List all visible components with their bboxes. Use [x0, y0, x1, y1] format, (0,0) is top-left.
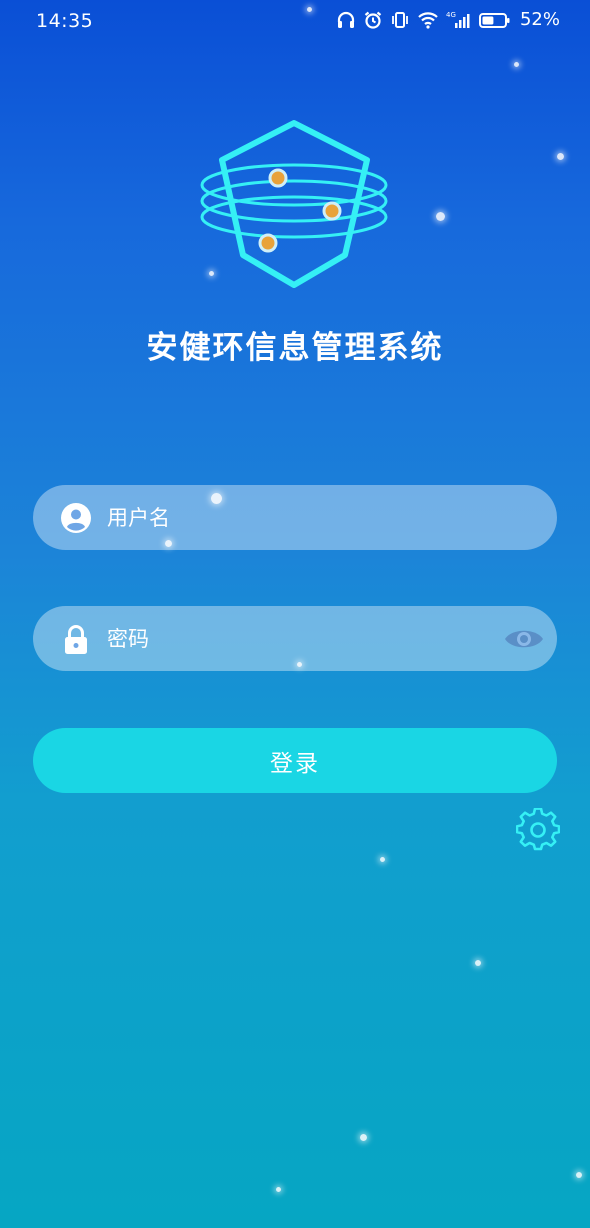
battery-icon [478, 12, 510, 28]
password-input[interactable] [107, 606, 507, 671]
username-field[interactable] [33, 485, 557, 550]
wifi-icon [418, 11, 438, 29]
alarm-icon [364, 11, 382, 29]
battery-percent: 52% [519, 9, 560, 30]
status-time: 14:35 [36, 10, 94, 32]
lock-icon [65, 625, 87, 654]
user-icon [61, 503, 91, 533]
status-bar: 14:35 4G 52% [0, 0, 590, 44]
sparkle [360, 1134, 367, 1141]
network-type-label: 4G [446, 11, 456, 19]
sparkle [380, 857, 385, 862]
username-input[interactable] [107, 485, 507, 550]
vibrate-icon [392, 11, 408, 28]
headphones-icon [337, 11, 355, 28]
app-title: 安健环信息管理系统 [146, 330, 444, 366]
signal-icon: 4G [446, 11, 470, 28]
password-field[interactable] [33, 606, 557, 671]
sparkle [576, 1172, 582, 1178]
hexagon-globe-logo [200, 120, 388, 288]
sparkle [514, 62, 519, 67]
status-icons: 4G 52% [336, 9, 560, 30]
login-button[interactable]: 登录 [33, 728, 557, 793]
sparkle [307, 7, 312, 12]
eye-icon[interactable] [503, 623, 545, 655]
sparkle [276, 1187, 281, 1192]
gear-icon[interactable] [516, 808, 560, 852]
sparkle [475, 960, 481, 966]
sparkle [436, 212, 445, 221]
sparkle [557, 153, 564, 160]
